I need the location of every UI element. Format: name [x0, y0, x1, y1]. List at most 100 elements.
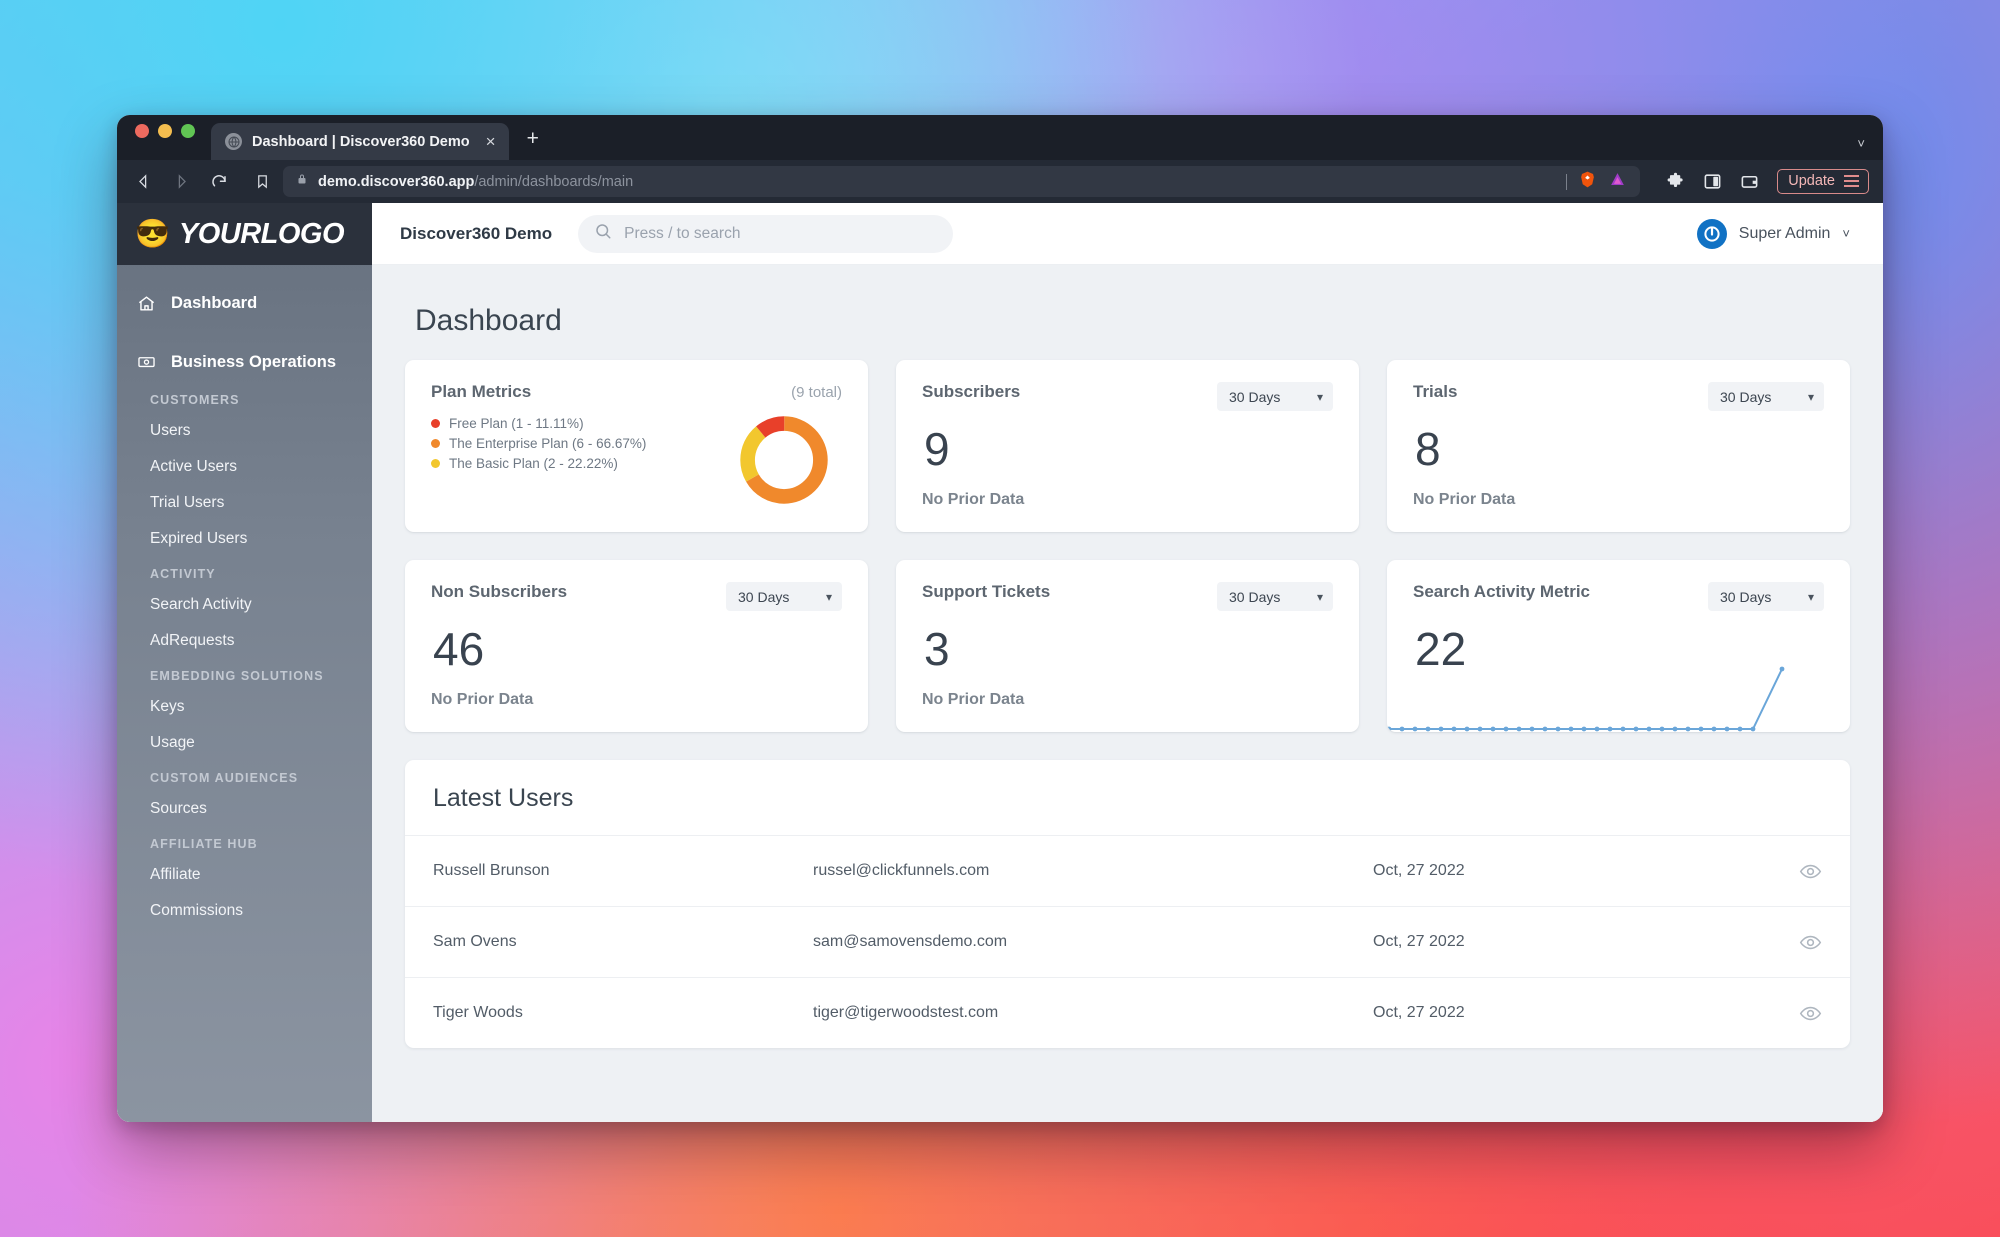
sidebar-item-adrequests[interactable]: AdRequests — [117, 623, 372, 659]
browser-menu-icon[interactable] — [1844, 175, 1859, 187]
period-select-search-activity[interactable]: 30 Days ▾ — [1708, 582, 1824, 611]
url-input[interactable]: demo.discover360.app/admin/dashboards/ma… — [283, 166, 1641, 197]
card-title: Subscribers — [922, 382, 1021, 401]
plan-metrics-donut-chart — [736, 412, 832, 513]
sidebar-item-label: Business Operations — [171, 353, 337, 371]
period-select-non-subscribers[interactable]: 30 Days ▾ — [726, 582, 842, 611]
search-icon — [594, 222, 612, 245]
sidebar-item-active-users[interactable]: Active Users — [117, 449, 372, 485]
user-date-cell: Oct, 27 2022 — [1373, 1004, 1465, 1021]
search-activity-sparkline — [1387, 666, 1785, 732]
chevron-down-icon[interactable]: ˅ — [1857, 136, 1865, 151]
table-row[interactable]: Sam Ovens sam@samovensdemo.com Oct, 27 2… — [405, 906, 1850, 977]
update-button[interactable]: Update — [1777, 169, 1869, 194]
eye-icon[interactable] — [1782, 860, 1822, 883]
app-sidebar: 😎 YOURLOGO Dashboard Business Operations… — [117, 203, 372, 1122]
eye-icon[interactable] — [1782, 1002, 1822, 1025]
sidebar-group-title-custom-audiences: CUSTOM AUDIENCES — [150, 771, 299, 785]
user-name-cell: Tiger Woods — [433, 1004, 523, 1021]
chevron-down-icon: ▾ — [825, 589, 832, 604]
sidebar-panel-icon[interactable] — [1703, 172, 1722, 191]
table-row[interactable]: Tiger Woods tiger@tigerwoodstest.com Oct… — [405, 977, 1850, 1048]
maximize-window-button[interactable] — [181, 124, 195, 138]
latest-users-header: Latest Users — [405, 760, 1850, 835]
close-icon[interactable]: × — [480, 133, 496, 150]
legend-label: Free Plan (1 - 11.11%) — [449, 416, 584, 431]
sidebar-item-dashboard[interactable]: Dashboard — [117, 283, 372, 324]
legend-color-swatch — [431, 459, 440, 468]
sidebar-item-affiliate[interactable]: Affiliate — [117, 857, 372, 893]
card-header: Trials 30 Days ▾ — [1413, 382, 1824, 411]
forward-icon[interactable] — [169, 170, 193, 194]
card-plan-metrics: Plan Metrics (9 total) Free Plan (1 - 11… — [405, 360, 868, 532]
minimize-window-button[interactable] — [158, 124, 172, 138]
extensions-puzzle-icon[interactable] — [1666, 172, 1685, 191]
period-value: 30 Days — [1229, 388, 1281, 405]
sidebar-item-expired-users[interactable]: Expired Users — [117, 521, 372, 557]
sidebar-group-title-affiliate-hub: AFFILIATE HUB — [150, 837, 258, 851]
user-date-cell: Oct, 27 2022 — [1373, 933, 1465, 950]
url-domain: demo.discover360.app — [318, 173, 475, 190]
sidebar-logo[interactable]: 😎 YOURLOGO — [117, 203, 372, 265]
card-title: Plan Metrics — [431, 382, 532, 401]
metric-value: 3 — [924, 623, 950, 675]
period-select-support-tickets[interactable]: 30 Days ▾ — [1217, 582, 1333, 611]
sparkline-path — [1389, 668, 1783, 730]
sidebar-item-sources[interactable]: Sources — [117, 791, 372, 827]
page-viewport: 😎 YOURLOGO Dashboard Business Operations… — [117, 203, 1883, 1122]
sidebar-item-business-operations[interactable]: Business Operations — [117, 342, 372, 383]
metric-value: 9 — [924, 423, 950, 475]
close-window-button[interactable] — [135, 124, 149, 138]
browser-tab[interactable]: Dashboard | Discover360 Demo × — [211, 123, 509, 160]
search-placeholder: Press / to search — [624, 224, 741, 242]
period-select-trials[interactable]: 30 Days ▾ — [1708, 382, 1824, 411]
divider — [1566, 173, 1568, 190]
address-bar-container: demo.discover360.app/admin/dashboards/ma… — [251, 166, 1641, 197]
card-non-subscribers: Non Subscribers 30 Days ▾ 46 No Prior Da… — [405, 560, 868, 732]
wallet-icon[interactable] — [1740, 172, 1759, 191]
back-icon[interactable] — [131, 170, 155, 194]
money-icon — [135, 353, 157, 372]
sparkline-markers — [1387, 666, 1785, 732]
lock-icon — [296, 172, 308, 191]
legend-label: The Basic Plan (2 - 22.22%) — [449, 456, 618, 471]
brave-rewards-triangle-icon[interactable] — [1608, 170, 1627, 194]
card-header: Non Subscribers 30 Days ▾ — [431, 582, 842, 611]
metric-subtext: No Prior Data — [922, 491, 1025, 509]
chevron-down-icon: ▾ — [1316, 389, 1323, 404]
url-path: /admin/dashboards/main — [474, 173, 634, 190]
eye-icon[interactable] — [1782, 931, 1822, 954]
sidebar-group-title-customers: CUSTOMERS — [150, 393, 240, 407]
brave-lion-icon[interactable] — [1578, 170, 1597, 194]
sidebar-item-keys[interactable]: Keys — [117, 689, 372, 725]
reload-icon[interactable] — [207, 170, 231, 194]
user-email-cell: tiger@tigerwoodstest.com — [813, 1004, 999, 1021]
user-menu[interactable]: Super Admin ˅ — [1696, 218, 1850, 249]
metric-value: 8 — [1415, 423, 1441, 475]
sidebar-item-trial-users[interactable]: Trial Users — [117, 485, 372, 521]
sidebar-item-search-activity[interactable]: Search Activity — [117, 587, 372, 623]
card-title: Support Tickets — [922, 582, 1051, 601]
chevron-down-icon: ▾ — [1807, 589, 1814, 604]
page-title: Dashboard — [415, 304, 562, 337]
browser-tab-title: Dashboard | Discover360 Demo — [252, 133, 470, 150]
legend-color-swatch — [431, 419, 440, 428]
sidebar-item-commissions[interactable]: Commissions — [117, 893, 372, 929]
sidebar-item-users[interactable]: Users — [117, 413, 372, 449]
period-value: 30 Days — [738, 588, 790, 605]
card-support-tickets: Support Tickets 30 Days ▾ 3 No Prior Dat… — [896, 560, 1359, 732]
metric-subtext: No Prior Data — [1413, 491, 1516, 509]
sidebar-logo-text: YOURLOGO — [178, 217, 345, 250]
bookmark-icon[interactable] — [251, 173, 273, 190]
period-select-subscribers[interactable]: 30 Days ▾ — [1217, 382, 1333, 411]
card-title: Non Subscribers — [431, 582, 568, 601]
chevron-down-icon: ▾ — [1316, 589, 1323, 604]
card-subscribers: Subscribers 30 Days ▾ 9 No Prior Data — [896, 360, 1359, 532]
new-tab-button[interactable]: + — [527, 128, 539, 160]
table-row[interactable]: Russell Brunson russel@clickfunnels.com … — [405, 835, 1850, 906]
search-input[interactable]: Press / to search — [578, 214, 954, 253]
url-text: demo.discover360.app/admin/dashboards/ma… — [318, 174, 633, 190]
metric-subtext: No Prior Data — [431, 691, 534, 709]
sidebar-item-usage[interactable]: Usage — [117, 725, 372, 761]
user-date-cell: Oct, 27 2022 — [1373, 862, 1465, 879]
